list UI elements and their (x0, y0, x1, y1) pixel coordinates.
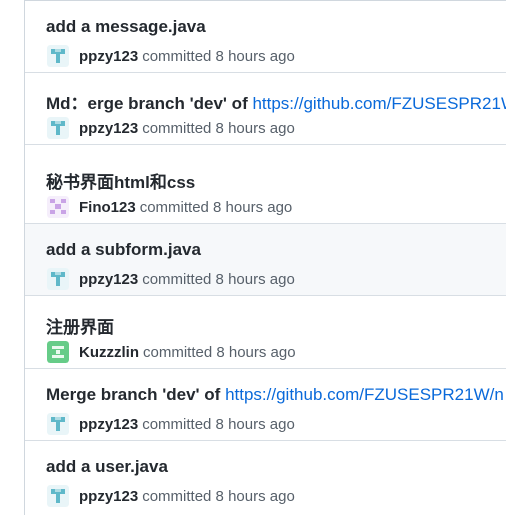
commit-time: committed 8 hours ago (142, 119, 295, 137)
commit-row[interactable]: add a user.java ppzy123 committed 8 hour… (25, 441, 506, 515)
avatar-icon[interactable] (47, 341, 69, 363)
commit-row[interactable]: add a message.java ppzy123 committed 8 h… (25, 1, 506, 73)
commit-message[interactable]: Merge branch 'dev' of (46, 385, 225, 404)
commit-row[interactable]: 秘书界面html和css Fino123 committed 8 hours a… (25, 152, 506, 224)
commit-title[interactable]: Merge branch 'dev' of https://github.com… (46, 385, 504, 405)
commit-message[interactable]: Md：erge branch 'dev' of (46, 94, 252, 113)
commit-message[interactable]: 注册界面 (46, 318, 114, 337)
commit-author[interactable]: Fino123 (79, 199, 136, 216)
avatar-icon[interactable] (47, 413, 69, 435)
commit-author[interactable]: ppzy123 (79, 488, 138, 505)
commit-title[interactable]: add a user.java (46, 457, 168, 477)
commit-author[interactable]: ppzy123 (79, 416, 138, 433)
commit-row[interactable]: Merge branch 'dev' of https://github.com… (25, 369, 506, 441)
avatar-icon[interactable] (47, 117, 69, 139)
commit-title[interactable]: 注册界面 (46, 313, 114, 338)
commit-author[interactable]: ppzy123 (79, 48, 138, 65)
commit-message[interactable]: add a subform.java (46, 240, 201, 259)
avatar-icon[interactable] (47, 45, 69, 67)
commit-row[interactable]: add a subform.java ppzy123 committed 8 h… (25, 224, 506, 296)
commit-author[interactable]: ppzy123 (79, 271, 138, 288)
commit-title[interactable]: add a subform.java (46, 240, 201, 260)
commit-time: committed 8 hours ago (139, 198, 293, 216)
commit-meta: ppzy123 committed 8 hours ago (47, 485, 295, 507)
commit-title[interactable]: 秘书界面html和css (46, 168, 195, 193)
commit-meta: ppzy123 committed 8 hours ago (47, 413, 295, 435)
commit-time: committed 8 hours ago (143, 343, 296, 361)
commit-meta: ppzy123 committed 8 hours ago (47, 117, 295, 139)
commit-message[interactable]: 秘书界面html和css (46, 173, 195, 192)
commit-author[interactable]: ppzy123 (79, 120, 138, 137)
commit-meta: Kuzzzlin committed 8 hours ago (47, 341, 296, 363)
commit-row[interactable]: 注册界面 Kuzzzlin committed 8 hours ago (25, 297, 506, 369)
commit-meta: ppzy123 committed 8 hours ago (47, 268, 295, 290)
commit-time: committed 8 hours ago (142, 270, 295, 288)
commit-title[interactable]: Md：erge branch 'dev' of https://github.c… (46, 89, 506, 114)
commit-list: add a message.java ppzy123 committed 8 h… (24, 0, 506, 515)
commit-meta: Fino123 committed 8 hours ago (47, 196, 293, 218)
avatar-icon[interactable] (47, 485, 69, 507)
commit-time: committed 8 hours ago (142, 487, 295, 505)
commit-row[interactable]: Md：erge branch 'dev' of https://github.c… (25, 73, 506, 145)
commit-title[interactable]: add a message.java (46, 17, 206, 37)
commit-message[interactable]: add a message.java (46, 17, 206, 36)
commit-link[interactable]: https://github.com/FZUSESPR21W/n (225, 385, 504, 404)
commit-time: committed 8 hours ago (142, 47, 295, 65)
commit-time: committed 8 hours ago (142, 415, 295, 433)
commit-author[interactable]: Kuzzzlin (79, 344, 139, 361)
avatar-icon[interactable] (47, 196, 69, 218)
avatar-icon[interactable] (47, 268, 69, 290)
commit-meta: ppzy123 committed 8 hours ago (47, 45, 295, 67)
commit-message[interactable]: add a user.java (46, 457, 168, 476)
commit-link[interactable]: https://github.com/FZUSESPR21W/ (252, 94, 506, 113)
